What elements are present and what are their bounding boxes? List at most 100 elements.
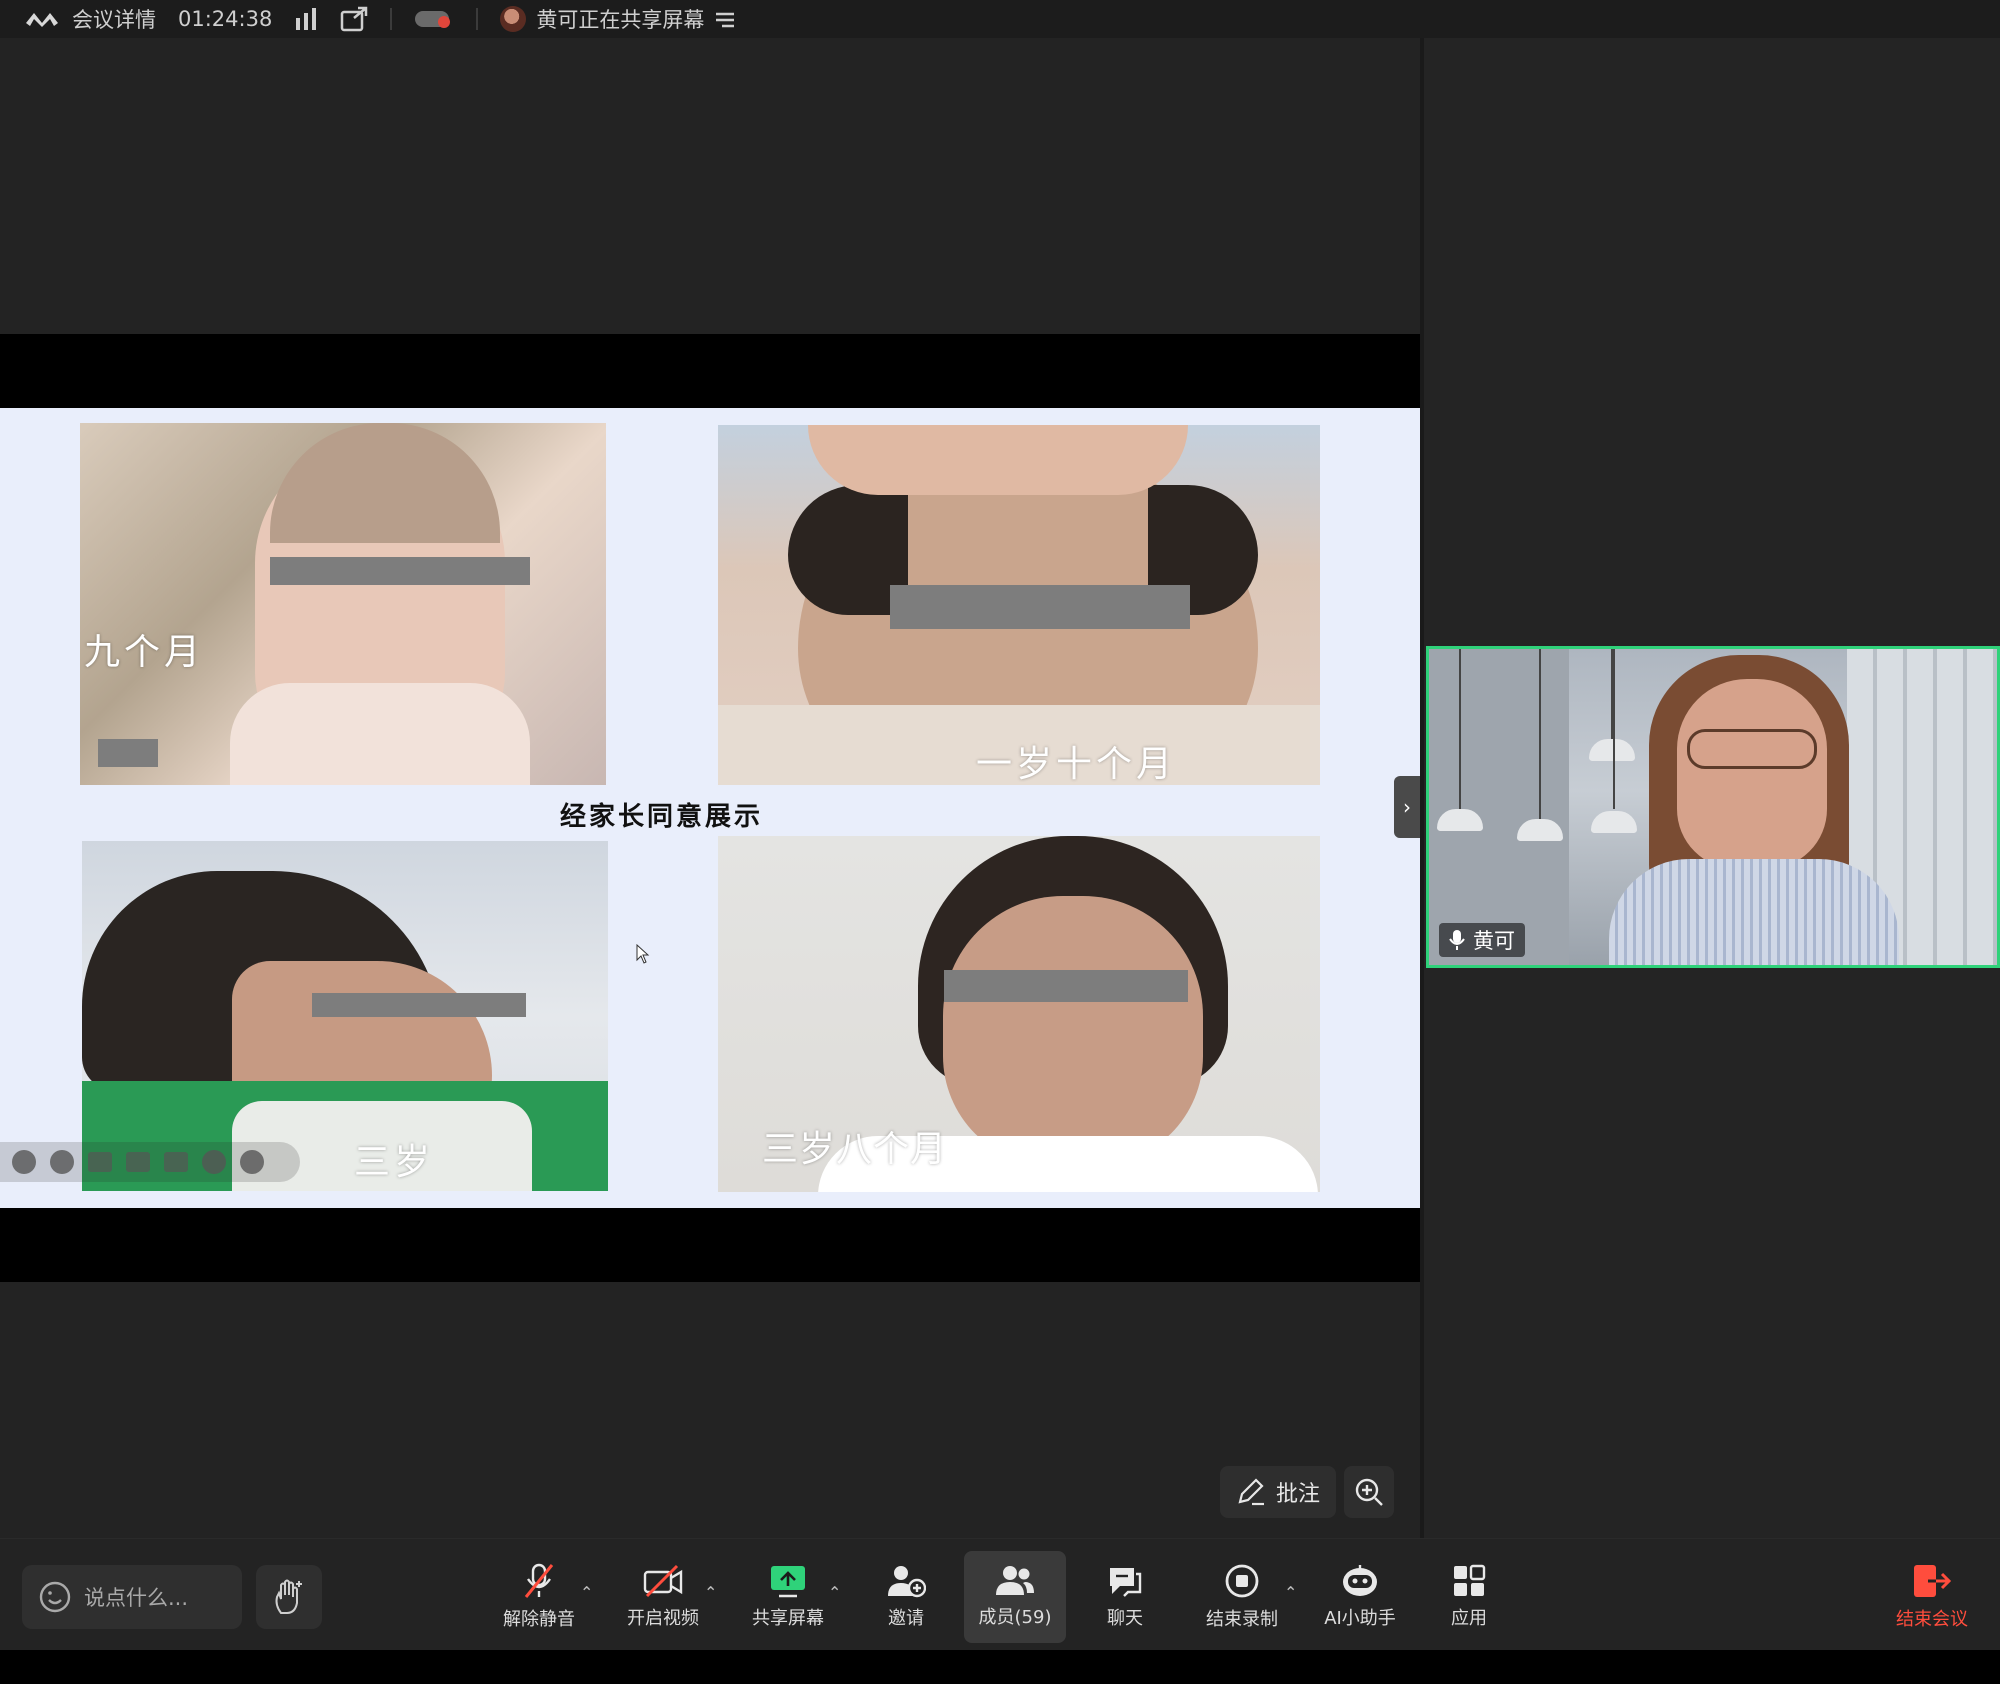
- next-slide-icon[interactable]: [50, 1150, 74, 1174]
- meeting-details-button[interactable]: 会议详情: [24, 0, 156, 38]
- sharing-menu-icon[interactable]: [714, 10, 736, 28]
- pen-edit-icon: [1238, 1478, 1264, 1506]
- microphone-icon: [1449, 930, 1465, 950]
- photo-caption: 一岁十个月: [976, 744, 1177, 785]
- speaker-face: [1677, 679, 1827, 869]
- mouse-cursor-icon: [636, 944, 650, 964]
- lamp-wire: [1539, 649, 1541, 819]
- photo-caption: 九个月: [84, 632, 205, 673]
- speaker-glasses: [1687, 729, 1817, 769]
- lamp: [1591, 811, 1637, 833]
- quick-message-placeholder: 说点什么...: [84, 1586, 189, 1610]
- lamp-wire: [1613, 649, 1615, 809]
- lamp: [1437, 809, 1483, 831]
- app-logo-icon: [26, 13, 58, 27]
- privacy-bar: [944, 970, 1188, 1002]
- video-options-caret[interactable]: ⌃: [704, 1583, 717, 1602]
- unmute-label: 解除静音: [503, 1609, 575, 1630]
- ai-assistant-label: AI小助手: [1324, 1608, 1396, 1629]
- share-screen-icon: [771, 1566, 805, 1598]
- lamp-wire: [1459, 649, 1461, 809]
- members-label: 成员(59): [978, 1607, 1052, 1628]
- share-link-icon[interactable]: [340, 6, 368, 32]
- sharing-status-text: 黄可正在共享屏幕: [536, 8, 705, 32]
- meeting-timer: 01:24:38: [178, 7, 273, 31]
- expand-panel-button[interactable]: ›: [1394, 776, 1420, 838]
- lamp: [1589, 739, 1635, 761]
- prev-slide-icon[interactable]: [12, 1150, 36, 1174]
- photo-caption: 三岁八个月: [762, 1129, 948, 1170]
- consent-notice: 经家长同意展示: [560, 802, 764, 832]
- exit-icon: [1914, 1565, 1952, 1597]
- signal-stats-icon[interactable]: [294, 8, 318, 30]
- video-background: [1429, 649, 1569, 965]
- privacy-bar: [312, 993, 526, 1017]
- apps-grid-icon: [1454, 1564, 1486, 1596]
- raise-hand-button[interactable]: [256, 1565, 322, 1629]
- unmute-button[interactable]: 解除静音: [494, 1551, 584, 1643]
- topbar-separator: [476, 8, 479, 30]
- privacy-bar: [98, 739, 158, 767]
- speaker-name: 黄可: [1473, 929, 1515, 953]
- members-button[interactable]: 成员(59): [964, 1551, 1066, 1643]
- robot-icon: [1343, 1565, 1377, 1596]
- privacy-bar: [890, 585, 1190, 629]
- end-recording-button[interactable]: 结束录制: [1196, 1551, 1288, 1643]
- meeting-details-label: 会议详情: [72, 8, 156, 32]
- presentation-slide: 九个月 一岁十个月 三岁 三岁八个月 经家长同意展示: [0, 408, 1420, 1208]
- invite-label: 邀请: [888, 1608, 924, 1629]
- speaker-shirt: [1609, 859, 1899, 965]
- meeting-window: 会议详情 01:24:38 黄可正在共享屏幕 九个月 一岁十个月 三岁 三岁八个…: [0, 0, 2000, 1684]
- add-person-icon: [888, 1566, 926, 1598]
- top-bar: 会议详情 01:24:38 黄可正在共享屏幕: [0, 0, 2000, 38]
- end-recording-label: 结束录制: [1206, 1609, 1278, 1630]
- chat-label: 聊天: [1107, 1608, 1143, 1629]
- annotate-button[interactable]: 批注: [1220, 1466, 1336, 1518]
- end-meeting-label: 结束会议: [1896, 1609, 1968, 1630]
- recording-options-caret[interactable]: ⌃: [1284, 1583, 1297, 1602]
- privacy-bar: [270, 557, 530, 585]
- grid-icon[interactable]: [164, 1152, 188, 1172]
- stop-recording-icon: [1225, 1564, 1259, 1598]
- audio-options-caret[interactable]: ⌃: [580, 1583, 593, 1602]
- recording-toggle-icon[interactable]: [414, 8, 454, 30]
- chat-button[interactable]: 聊天: [1092, 1551, 1158, 1643]
- apps-button[interactable]: 应用: [1436, 1551, 1502, 1643]
- apps-label: 应用: [1451, 1608, 1487, 1629]
- share-options-caret[interactable]: ⌃: [828, 1583, 841, 1602]
- invite-button[interactable]: 邀请: [874, 1551, 938, 1643]
- chevron-right-icon: ›: [1403, 795, 1411, 819]
- meeting-toolbar: 说点什么... 解除静音 ⌃ 开启视频 ⌃ 共享屏幕 ⌃ 邀请 成员(59) 聊…: [0, 1538, 2000, 1650]
- pen-icon[interactable]: [88, 1152, 112, 1172]
- slide-mini-toolbar: [0, 1142, 300, 1182]
- emoji-icon: [39, 1581, 71, 1613]
- zoom-button[interactable]: [1344, 1466, 1394, 1518]
- pointer-icon[interactable]: [126, 1152, 150, 1172]
- collapse-icon[interactable]: [240, 1150, 264, 1174]
- chat-icon: [1110, 1568, 1142, 1597]
- speaker-name-tag: 黄可: [1439, 923, 1525, 957]
- share-screen-button[interactable]: 共享屏幕: [742, 1551, 834, 1643]
- topbar-separator: [390, 8, 393, 30]
- photo-nine-months: 九个月: [80, 423, 606, 785]
- video-off-icon: [643, 1564, 683, 1598]
- quick-message-input[interactable]: 说点什么...: [22, 1565, 242, 1629]
- photo-caption: 三岁: [354, 1142, 435, 1183]
- photo-three-years: 三岁: [82, 841, 608, 1191]
- muted-microphone-icon: [524, 1563, 554, 1598]
- annotate-label: 批注: [1276, 1482, 1321, 1507]
- members-icon: [996, 1566, 1034, 1595]
- raise-hand-icon: [275, 1579, 302, 1614]
- start-video-label: 开启视频: [627, 1608, 699, 1629]
- photo-one-year-ten-months: 一岁十个月: [718, 425, 1320, 785]
- start-video-button[interactable]: 开启视频: [618, 1551, 708, 1643]
- ai-assistant-button[interactable]: AI小助手: [1316, 1551, 1404, 1643]
- end-meeting-button[interactable]: 结束会议: [1884, 1551, 1980, 1643]
- speaker-video-tile[interactable]: 黄可: [1426, 646, 2000, 968]
- sharing-status[interactable]: 黄可正在共享屏幕: [500, 0, 736, 38]
- sharer-avatar: [500, 6, 527, 32]
- bottom-edge: [0, 1650, 2000, 1684]
- photo-three-years-eight-months: 三岁八个月: [718, 836, 1320, 1192]
- more-icon[interactable]: [202, 1150, 226, 1174]
- zoom-in-icon: [1355, 1478, 1383, 1506]
